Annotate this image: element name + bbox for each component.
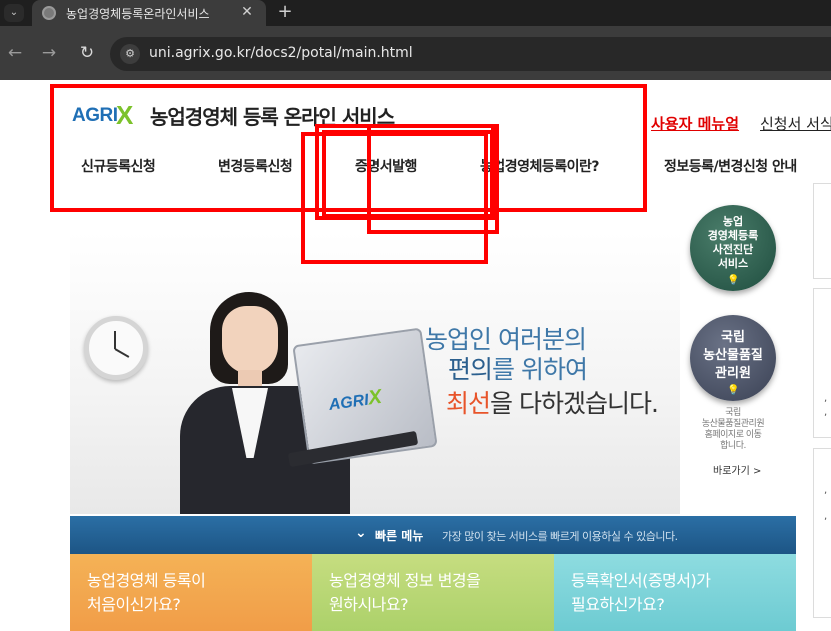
note-line: 국립: [725, 408, 741, 418]
naqs-homepage-badge[interactable]: 국립 농산물품질 관리원 💡: [690, 315, 776, 401]
card-line-1: 농업경영체 정보 변경을: [329, 571, 481, 590]
back-arrow-icon[interactable]: ←: [4, 42, 26, 64]
naqs-shortcut-link[interactable]: 바로가기 >: [713, 462, 761, 477]
slogan-line-3-rest: 을 다하겠습니다.: [490, 389, 659, 418]
user-manual-link[interactable]: 사용자 메뉴얼: [651, 113, 739, 134]
woman-with-laptop-illustration: AGRIX: [180, 292, 438, 514]
card-line-1: 등록확인서(증명서)가: [571, 571, 711, 590]
new-tab-icon[interactable]: +: [274, 1, 296, 23]
quick-card-certificate[interactable]: 등록확인서(증명서)가 필요하신가요?: [554, 554, 796, 631]
web-page: AGRI X 농업경영체 등록 온라인 서비스 사용자 메뉴얼 신청서 서식 신…: [0, 80, 831, 631]
card-label: 농업경영체 등록이 처음이신가요?: [87, 569, 206, 617]
tab-title: 농업경영체등록온라인서비스: [66, 7, 210, 21]
laptop-logo-text: AGRI: [327, 391, 370, 415]
card-line-2: 처음이신가요?: [87, 595, 181, 614]
wall-clock-illustration: [84, 316, 148, 380]
laptop-logo: AGRIX: [327, 386, 383, 416]
globe-favicon-icon: [42, 6, 56, 20]
card-line-1: 농업경영체 등록이: [87, 571, 206, 590]
laptop-logo-x: X: [366, 385, 384, 410]
edge-mark: ,: [824, 407, 828, 418]
close-tab-icon[interactable]: ✕: [238, 3, 256, 21]
right-edge-panel-3: , ,: [813, 448, 831, 618]
slogan-emphasis-best: 최선: [446, 389, 491, 418]
edge-mark: ,: [824, 511, 828, 522]
edge-mark: ,: [824, 485, 828, 496]
quick-menu-bar: ⌄ 빠른 메뉴 가장 많이 찾는 서비스를 빠르게 이용하실 수 있습니다.: [70, 516, 796, 554]
face-shape: [222, 306, 278, 374]
forward-arrow-icon[interactable]: →: [38, 42, 60, 64]
edge-mark: ,: [824, 393, 828, 404]
address-bar[interactable]: ⚙ uni.agrix.go.kr/docs2/potal/main.html: [110, 37, 831, 71]
annotation-box-menu-4: [322, 130, 494, 218]
browser-tabstrip: ⌄ 농업경영체등록온라인서비스 ✕ +: [0, 0, 831, 26]
right-edge-panel-2: , ,: [813, 288, 831, 438]
quick-card-new-registration[interactable]: 농업경영체 등록이 처음이신가요?: [70, 554, 312, 631]
badge-line: 농업: [722, 215, 744, 228]
pre-diagnosis-service-badge[interactable]: 농업 경영체등록 사전진단 서비스 💡: [690, 205, 776, 291]
card-label: 농업경영체 정보 변경을 원하시나요?: [329, 569, 481, 617]
badge-line: 경영체등록: [707, 229, 759, 242]
note-line: 합니다.: [720, 441, 746, 451]
quick-card-info-change[interactable]: 농업경영체 정보 변경을 원하시나요?: [312, 554, 554, 631]
naqs-note: 국립 농산물품질관리원 홈페이지로 이동 합니다.: [690, 408, 776, 452]
badge-line: 농산물품질: [703, 348, 763, 363]
card-line-2: 필요하신가요?: [571, 595, 665, 614]
lightbulb-icon: 💡: [727, 385, 740, 396]
hero-banner: AGRIX 농업인 여러분의 편의를 위하여 최선을 다하겠습니다.: [70, 232, 680, 514]
lightbulb-icon: 💡: [727, 275, 740, 286]
slogan-emphasis-convenience: 편의: [448, 355, 493, 384]
right-edge-panel-1: [813, 183, 831, 279]
note-line: 농산물품질관리원: [701, 419, 765, 429]
badge-line: 서비스: [717, 257, 749, 270]
slogan-line-3: 최선을 다하겠습니다.: [446, 384, 659, 420]
application-form-link[interactable]: 신청서 서식: [760, 113, 831, 134]
badge-line: 사전진단: [712, 243, 754, 256]
badge-line: 국립: [721, 330, 745, 345]
tab-search-chevron-icon[interactable]: ⌄: [4, 4, 24, 22]
gnb-info-guide[interactable]: 정보등록/변경신청 안내: [664, 156, 797, 176]
card-line-2: 원하시나요?: [329, 595, 409, 614]
browser-tab-active[interactable]: 농업경영체등록온라인서비스 ✕: [32, 0, 266, 26]
slogan-line-2-rest: 를 위하여: [492, 355, 588, 384]
reload-icon[interactable]: ↻: [76, 42, 98, 64]
badge-line: 관리원: [715, 366, 751, 381]
browser-toolbar: ← → ↻ ⚙ uni.agrix.go.kr/docs2/potal/main…: [0, 26, 831, 80]
chevron-down-icon: ⌄: [355, 525, 367, 541]
badge-text: 국립 농산물품질 관리원: [690, 329, 776, 383]
site-info-icon[interactable]: ⚙: [120, 44, 140, 64]
quick-menu-description: 가장 많이 찾는 서비스를 빠르게 이용하실 수 있습니다.: [442, 530, 678, 543]
slogan-line-2: 편의를 위하여: [448, 350, 588, 386]
quick-menu-title: 빠른 메뉴: [375, 529, 424, 543]
url-text[interactable]: uni.agrix.go.kr/docs2/potal/main.html: [149, 45, 413, 61]
card-label: 등록확인서(증명서)가 필요하신가요?: [571, 569, 711, 617]
note-line: 홈페이지로 이동: [704, 430, 762, 440]
badge-text: 농업 경영체등록 사전진단 서비스: [690, 215, 776, 271]
